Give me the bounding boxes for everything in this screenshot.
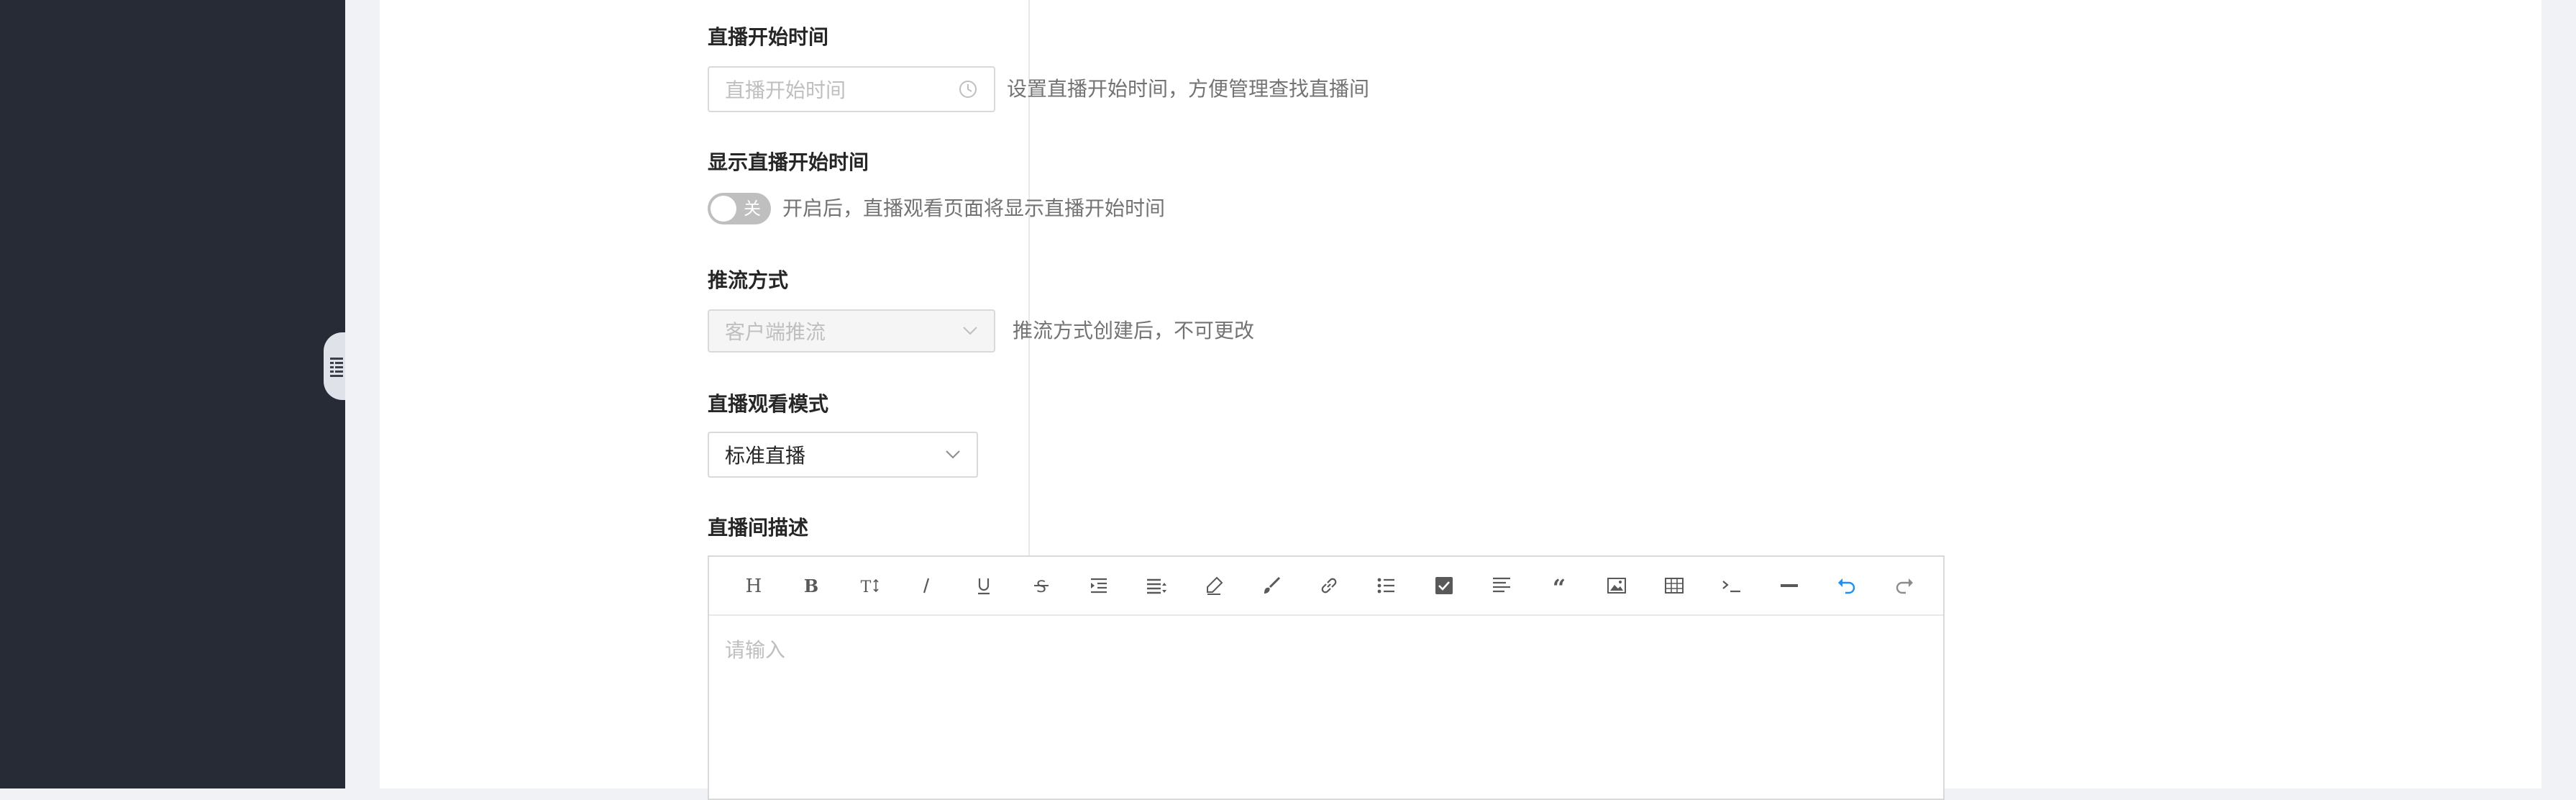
editor-placeholder: 请输入 bbox=[725, 638, 786, 662]
menu-fold-icon bbox=[330, 358, 343, 377]
start-time-hint: 设置直播开始时间，方便管理查找直播间 bbox=[1007, 77, 1370, 101]
redo-icon bbox=[1896, 578, 1913, 594]
start-time-input[interactable]: 直播开始时间 bbox=[708, 66, 995, 112]
quote-button[interactable]: “ bbox=[1530, 557, 1588, 614]
table-button[interactable] bbox=[1645, 557, 1703, 614]
chevron-down-icon bbox=[946, 450, 960, 459]
undo-button[interactable] bbox=[1818, 557, 1876, 614]
code-button[interactable] bbox=[1703, 557, 1760, 614]
svg-text:B: B bbox=[804, 576, 818, 596]
chevron-down-icon bbox=[963, 327, 977, 335]
indent-icon bbox=[1091, 578, 1107, 594]
start-time-label: 直播开始时间 bbox=[708, 25, 829, 49]
strikethrough-icon: S bbox=[1034, 578, 1049, 596]
font-size-button[interactable]: T bbox=[840, 557, 898, 614]
sidebar bbox=[0, 0, 345, 788]
image-button[interactable] bbox=[1588, 557, 1645, 614]
undo-icon bbox=[1838, 578, 1855, 594]
indent-button[interactable] bbox=[1070, 557, 1128, 614]
underline-icon bbox=[978, 578, 990, 595]
switch-text: 关 bbox=[744, 199, 761, 219]
heading-button[interactable]: H bbox=[725, 557, 782, 614]
bulleted-list-button[interactable] bbox=[1358, 557, 1415, 614]
show-start-time-switch[interactable]: 关 bbox=[708, 193, 771, 224]
bold-button[interactable]: B bbox=[782, 557, 840, 614]
italic-icon bbox=[923, 578, 930, 594]
align-left-button[interactable] bbox=[1473, 557, 1530, 614]
svg-text:T: T bbox=[861, 578, 872, 596]
align-left-icon bbox=[1493, 577, 1510, 593]
show-start-time-label: 显示直播开始时间 bbox=[708, 150, 869, 174]
highlight-button[interactable] bbox=[1185, 557, 1243, 614]
highlight-icon bbox=[1207, 576, 1223, 595]
editor-toolbar: H B T S “ bbox=[709, 557, 1943, 616]
sidebar-collapse-handle[interactable] bbox=[324, 332, 345, 400]
svg-text:S: S bbox=[1036, 578, 1046, 596]
bold-icon: B bbox=[804, 576, 818, 596]
quote-icon: “ bbox=[1553, 574, 1566, 597]
horizontal-rule-icon bbox=[1781, 584, 1798, 587]
checkbox-icon bbox=[1435, 577, 1453, 594]
show-start-time-hint: 开启后，直播观看页面将显示直播开始时间 bbox=[782, 196, 1166, 220]
redo-button[interactable] bbox=[1876, 557, 1933, 614]
svg-text:“: “ bbox=[1553, 574, 1566, 597]
switch-knob bbox=[711, 196, 736, 222]
underline-button[interactable] bbox=[955, 557, 1013, 614]
table-icon bbox=[1665, 578, 1684, 594]
watch-mode-value: 标准直播 bbox=[725, 444, 806, 468]
brush-button[interactable] bbox=[1243, 557, 1300, 614]
checkbox-button[interactable] bbox=[1415, 557, 1473, 614]
bulleted-list-icon bbox=[1377, 578, 1394, 594]
watch-mode-label: 直播观看模式 bbox=[708, 392, 829, 416]
strikethrough-button[interactable]: S bbox=[1013, 557, 1070, 614]
line-height-icon bbox=[1147, 578, 1166, 594]
code-icon bbox=[1722, 581, 1740, 593]
clock-icon bbox=[959, 81, 977, 98]
horizontal-rule-button[interactable] bbox=[1760, 557, 1818, 614]
start-time-placeholder: 直播开始时间 bbox=[725, 78, 846, 102]
link-button[interactable] bbox=[1300, 557, 1358, 614]
font-size-icon: T bbox=[861, 578, 879, 596]
push-mode-value: 客户端推流 bbox=[725, 320, 826, 344]
italic-button[interactable] bbox=[898, 557, 955, 614]
heading-icon: H bbox=[746, 576, 762, 597]
watch-mode-select[interactable]: 标准直播 bbox=[708, 432, 978, 478]
push-mode-label: 推流方式 bbox=[708, 268, 789, 292]
link-icon bbox=[1321, 578, 1337, 594]
image-icon bbox=[1607, 578, 1626, 594]
line-height-button[interactable] bbox=[1128, 557, 1185, 614]
rich-text-editor[interactable]: H B T S “ 请输入 bbox=[708, 555, 1945, 800]
description-label: 直播间描述 bbox=[708, 516, 809, 540]
push-mode-select[interactable]: 客户端推流 bbox=[708, 309, 995, 353]
brush-icon bbox=[1264, 576, 1281, 594]
push-mode-hint: 推流方式创建后，不可更改 bbox=[1013, 319, 1255, 342]
svg-text:H: H bbox=[746, 576, 762, 597]
